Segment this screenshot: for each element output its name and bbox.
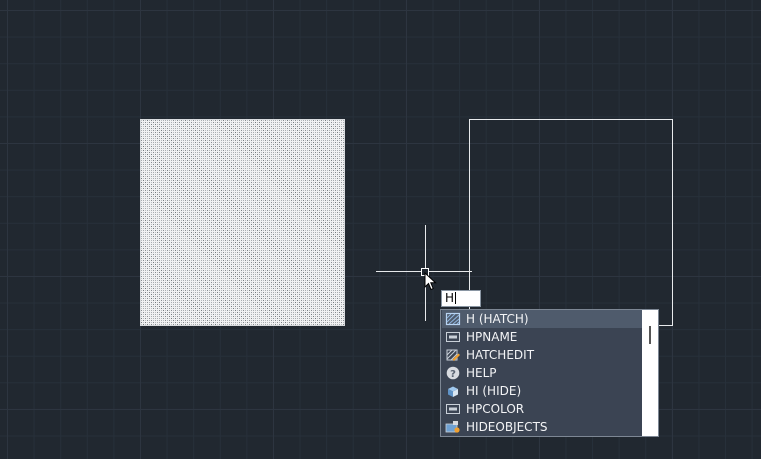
mouse-pointer-icon — [424, 272, 437, 291]
dynamic-command-input[interactable]: H — [441, 290, 481, 307]
autocomplete-item-label: HELP — [466, 366, 497, 380]
autocomplete-item-hpcolor[interactable]: HPCOLOR — [442, 400, 648, 418]
hatch-icon — [445, 312, 461, 326]
autocomplete-item-hideobjects[interactable]: HIDEOBJECTS — [442, 418, 648, 436]
command-input-text: H — [445, 291, 455, 305]
autocomplete-item-help[interactable]: ? HELP — [442, 364, 648, 382]
hideobjects-icon — [445, 421, 460, 433]
sysvar-icon — [446, 332, 460, 342]
autocomplete-item-label: H (HATCH) — [466, 312, 529, 326]
autocomplete-item-hpname[interactable]: HPNAME — [442, 328, 648, 346]
command-autocomplete-list[interactable]: H (HATCH) HPNAME HATCHEDIT ? HELP HI (HI… — [440, 309, 659, 437]
autocomplete-item-label: HI (HIDE) — [466, 384, 522, 398]
autocomplete-item-hide[interactable]: HI (HIDE) — [442, 382, 648, 400]
hatched-rectangle[interactable] — [140, 119, 345, 326]
text-caret — [455, 292, 457, 304]
autocomplete-item-label: HIDEOBJECTS — [466, 420, 548, 434]
sysvar-icon — [446, 404, 460, 414]
autocomplete-item-hatchedit[interactable]: HATCHEDIT — [442, 346, 648, 364]
outline-rectangle[interactable] — [469, 119, 673, 326]
hide-icon — [448, 386, 458, 397]
autocomplete-item-label: HPNAME — [466, 330, 518, 344]
autocomplete-item-label: HPCOLOR — [466, 402, 525, 416]
autocomplete-item-hatch[interactable]: H (HATCH) — [442, 310, 648, 328]
autocomplete-item-label: HATCHEDIT — [466, 348, 535, 362]
drawing-canvas[interactable]: H H (HATCH) HPNAME HATCHEDIT ? HELP HI (… — [0, 0, 761, 459]
help-icon: ? — [446, 366, 460, 380]
hatchedit-icon — [446, 349, 460, 361]
autocomplete-scrollbar[interactable] — [642, 310, 658, 436]
scrollbar-thumb[interactable] — [649, 326, 651, 344]
svg-text:?: ? — [450, 369, 456, 380]
